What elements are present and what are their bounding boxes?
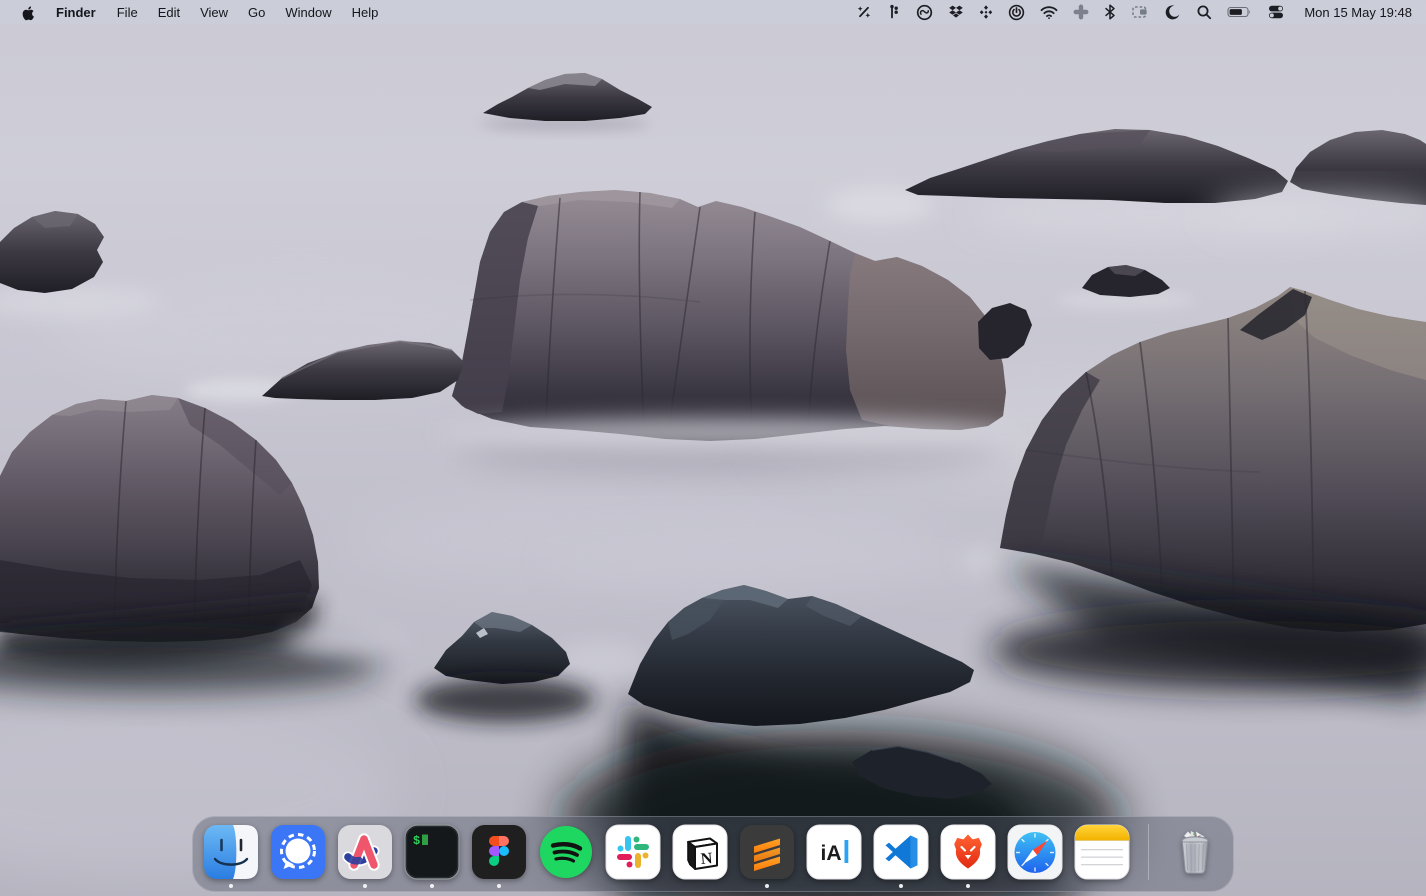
running-indicator — [229, 884, 233, 888]
running-indicator — [899, 884, 903, 888]
menu-view[interactable]: View — [190, 5, 238, 20]
desktop[interactable]: Finder File Edit View Go Window Help — [0, 0, 1426, 896]
dock-icon-vscode[interactable] — [873, 824, 929, 880]
wifi-icon[interactable] — [1035, 0, 1063, 24]
power-symbol-icon[interactable] — [1003, 0, 1030, 24]
running-indicator — [430, 884, 434, 888]
rectangle-window-icon[interactable] — [1126, 0, 1154, 24]
running-indicator — [363, 884, 367, 888]
menu-bar: Finder File Edit View Go Window Help — [0, 0, 1426, 24]
dock-icon-sublime-text[interactable] — [739, 824, 795, 880]
menu-bar-clock[interactable]: Mon 15 May 19:48 — [1295, 5, 1412, 20]
menu-edit[interactable]: Edit — [148, 5, 190, 20]
dock-icon-terminal[interactable]: $ — [404, 824, 460, 880]
sparkles-wand-icon[interactable] — [851, 0, 877, 24]
dock-icon-brave[interactable] — [940, 824, 996, 880]
dock-icon-finder[interactable] — [203, 824, 259, 880]
dock-icon-notion[interactable]: N — [672, 824, 728, 880]
dock-icon-notes[interactable] — [1074, 824, 1130, 880]
spotlight-search-icon[interactable] — [1191, 0, 1217, 24]
bluetooth-icon[interactable] — [1099, 0, 1121, 24]
running-indicator — [966, 884, 970, 888]
dock-icon-spotify[interactable] — [538, 824, 594, 880]
dock-icon-signal[interactable] — [270, 824, 326, 880]
wallpaper-image — [0, 0, 1426, 896]
adobe-creative-cloud-icon[interactable] — [911, 0, 938, 24]
focus-moon-icon[interactable] — [1159, 0, 1186, 24]
apple-logo-icon — [20, 4, 35, 21]
terminal-prompt-glyph: $ — [413, 834, 420, 848]
notion-letter: N — [700, 850, 713, 868]
control-center-icon[interactable] — [1262, 0, 1290, 24]
dock-icon-ia-writer[interactable]: iA — [806, 824, 862, 880]
menu-window[interactable]: Window — [275, 5, 341, 20]
pill-dots-icon[interactable] — [882, 0, 906, 24]
battery-icon[interactable] — [1222, 0, 1257, 24]
dock: $ — [192, 816, 1234, 892]
running-indicator — [765, 884, 769, 888]
menu-bar-status: Mon 15 May 19:48 — [851, 0, 1412, 24]
apple-menu[interactable] — [10, 4, 45, 21]
diamond-cluster-icon[interactable] — [974, 0, 998, 24]
dropbox-icon[interactable] — [943, 0, 969, 24]
plus-cross-icon[interactable] — [1068, 0, 1094, 24]
dock-icon-arc[interactable] — [337, 824, 393, 880]
ia-writer-letters: iA — [821, 842, 842, 865]
dock-icon-slack[interactable] — [605, 824, 661, 880]
running-indicator — [497, 884, 501, 888]
menu-go[interactable]: Go — [238, 5, 275, 20]
dock-icon-trash[interactable] — [1167, 824, 1223, 880]
menu-bar-left: Finder File Edit View Go Window Help — [10, 4, 388, 21]
dock-icon-figma[interactable] — [471, 824, 527, 880]
dock-icon-safari[interactable] — [1007, 824, 1063, 880]
dock-separator — [1148, 824, 1149, 880]
menu-help[interactable]: Help — [342, 5, 389, 20]
menu-finder[interactable]: Finder — [45, 5, 107, 20]
menu-file[interactable]: File — [107, 5, 148, 20]
